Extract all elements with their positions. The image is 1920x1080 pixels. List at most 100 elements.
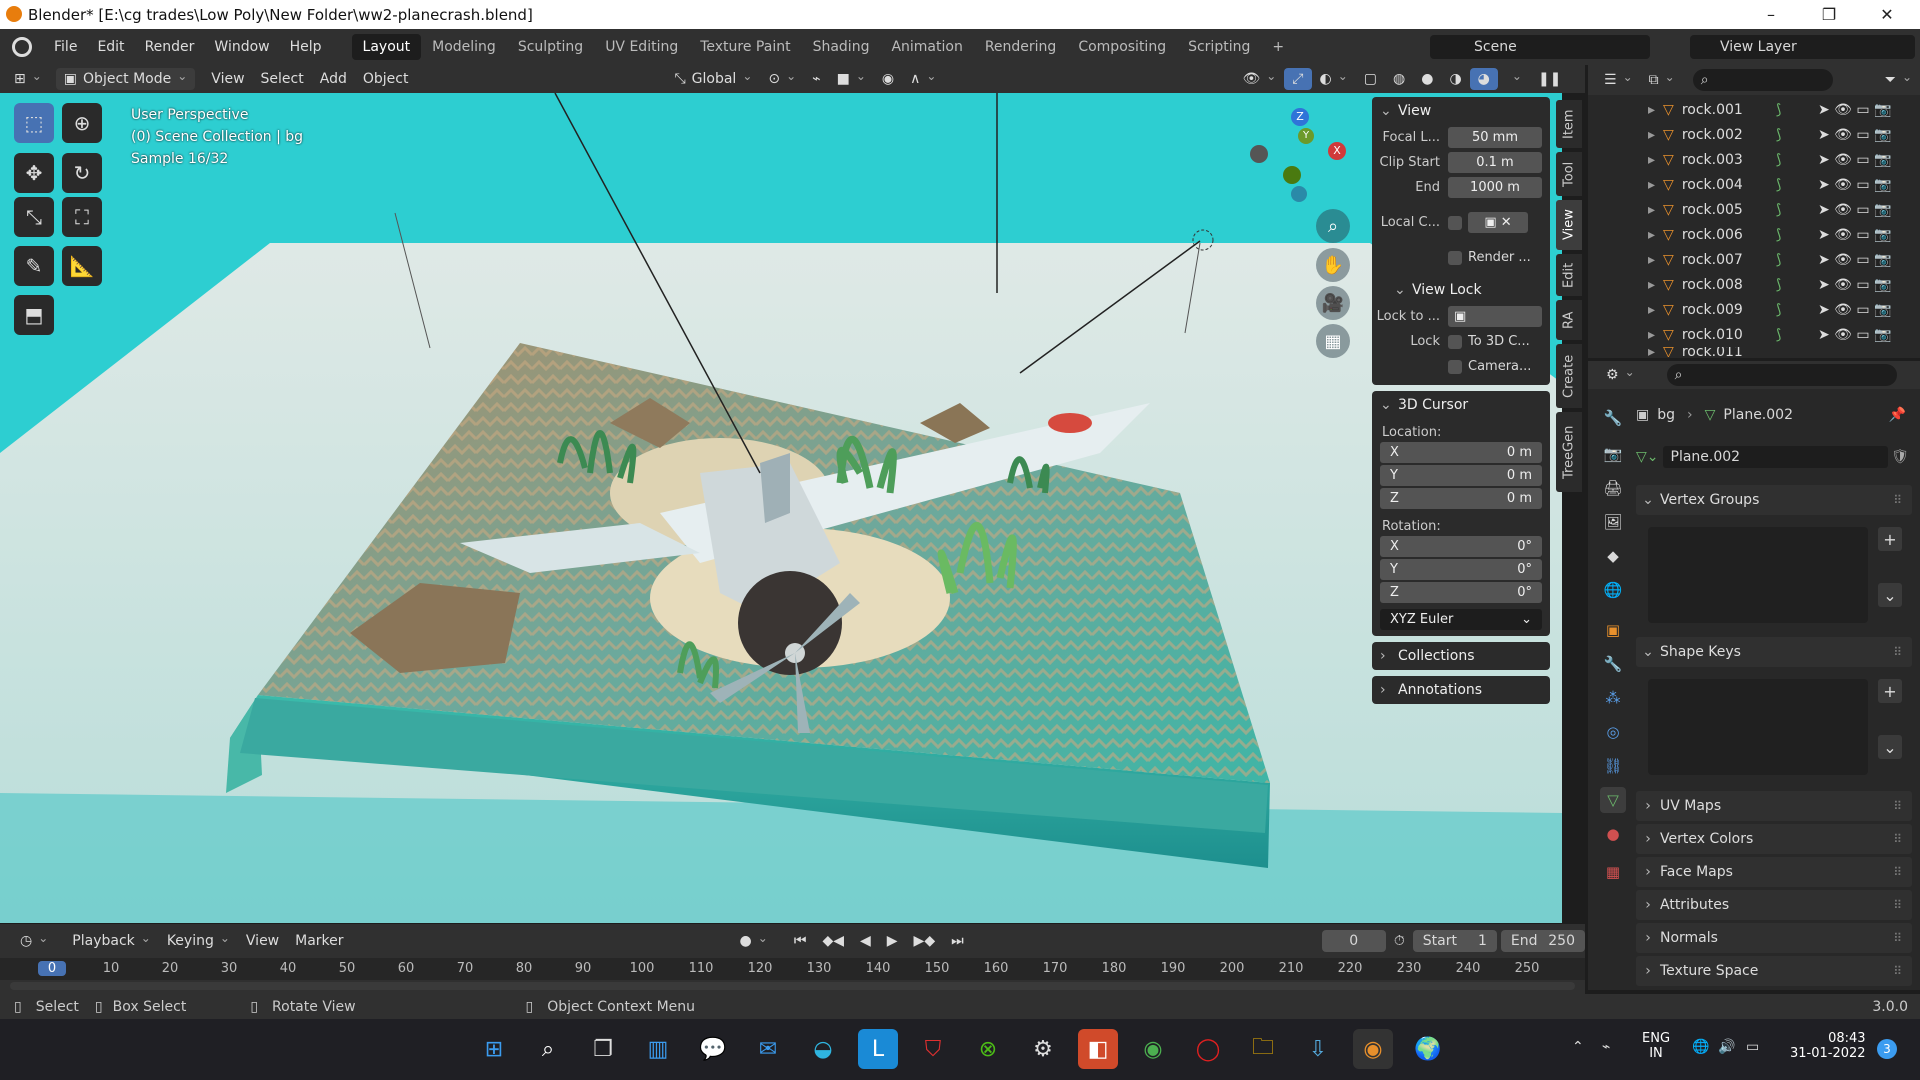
rotation-mode-dropdown[interactable]: XYZ Euler ⌄ xyxy=(1380,609,1542,630)
menu-view[interactable]: View xyxy=(203,68,252,90)
collections-panel[interactable]: › Collections xyxy=(1372,642,1550,670)
tab-modeling[interactable]: Modeling xyxy=(421,34,507,60)
visibility-icons[interactable]: ➤ 👁 ▭ 📷 xyxy=(1818,252,1892,268)
clip-start-field[interactable]: 0.1 m xyxy=(1448,152,1542,173)
navigation-gizmo[interactable]: Z Y X xyxy=(1240,108,1346,208)
shape-keys-panel[interactable]: ⌄ Shape Keys ⠿ xyxy=(1636,637,1912,667)
outliner-row[interactable]: ▸ ▽ rock.009 ⟆ ➤ 👁 ▭ 📷 xyxy=(1588,297,1920,322)
timeline-editor-type-icon[interactable]: ◷ xyxy=(12,930,56,952)
maximize-button[interactable]: ❐ xyxy=(1800,0,1858,29)
material-tab-icon[interactable]: ● xyxy=(1600,821,1626,847)
data-tab-icon[interactable]: ▽ xyxy=(1600,787,1626,813)
tab-texture-paint[interactable]: Texture Paint xyxy=(689,34,801,60)
wireframe-shading-icon[interactable]: ◍ xyxy=(1385,68,1413,90)
properties-search-input[interactable]: ⌕ xyxy=(1666,364,1897,386)
cursor-location-z[interactable]: Z 0 m xyxy=(1380,488,1542,509)
notification-badge[interactable]: 3 xyxy=(1877,1039,1897,1059)
view-panel-header[interactable]: ⌄ View xyxy=(1372,97,1550,125)
menu-add[interactable]: Add xyxy=(312,68,355,90)
constraints-tab-icon[interactable]: ⛓ xyxy=(1600,753,1626,779)
stopwatch-icon[interactable]: ⏱ xyxy=(1386,930,1413,952)
pin-icon[interactable]: 📌 xyxy=(1889,407,1906,423)
language-indicator[interactable]: ENG IN xyxy=(1642,1031,1670,1061)
mail-icon[interactable]: ✉ xyxy=(748,1029,788,1069)
mesh-data-name-field[interactable]: Plane.002 xyxy=(1662,446,1888,468)
snap-icon[interactable]: ⌁ xyxy=(804,68,828,90)
scene-tab-icon[interactable]: ◆ xyxy=(1600,543,1626,569)
world-tab-icon[interactable]: 🌐 xyxy=(1600,577,1626,603)
tab-view[interactable]: View xyxy=(1556,200,1582,250)
blender-menu-icon[interactable] xyxy=(12,37,32,57)
gizmo-z-axis[interactable]: Z xyxy=(1291,108,1309,126)
add-workspace-button[interactable]: + xyxy=(1261,34,1295,60)
proportional-edit-icon[interactable]: ◉ xyxy=(874,68,902,90)
visibility-icons[interactable]: ➤ 👁 ▭ 📷 xyxy=(1818,177,1892,193)
outliner-row[interactable]: ▸ ▽ rock.006 ⟆ ➤ 👁 ▭ 📷 xyxy=(1588,222,1920,247)
scene-selector[interactable]: Scene xyxy=(1430,35,1650,59)
shading-options-icon[interactable] xyxy=(1498,68,1530,90)
search-icon[interactable]: ⌕ xyxy=(528,1029,568,1069)
jump-end-icon[interactable]: ⏭ xyxy=(943,930,972,952)
menu-select[interactable]: Select xyxy=(253,68,312,90)
particles-tab-icon[interactable]: ⁂ xyxy=(1600,685,1626,711)
playback-menu[interactable]: Playback xyxy=(64,930,159,952)
outliner-row[interactable]: ▸ ▽ rock.011 xyxy=(1588,347,1920,357)
visibility-icons[interactable]: ➤ 👁 ▭ 📷 xyxy=(1818,302,1892,318)
visibility-icons[interactable]: ➤ 👁 ▭ 📷 xyxy=(1818,102,1892,118)
output-tab-icon[interactable]: 🖨 xyxy=(1600,475,1626,501)
timeline-view-menu[interactable]: View xyxy=(238,930,287,952)
vertex-groups-panel[interactable]: ⌄ Vertex Groups ⠿ xyxy=(1636,485,1912,515)
tab-sculpting[interactable]: Sculpting xyxy=(507,34,594,60)
globe-icon[interactable]: 🌐 xyxy=(1692,1039,1709,1055)
gizmo-neg-x[interactable] xyxy=(1250,145,1268,163)
view-layer-selector[interactable]: View Layer xyxy=(1690,35,1915,59)
add-vertex-group-button[interactable]: + xyxy=(1878,527,1902,551)
menu-help[interactable]: Help xyxy=(280,39,332,55)
file-explorer-icon[interactable]: 🗀 xyxy=(1243,1029,1283,1069)
outliner-row[interactable]: ▸ ▽ rock.008 ⟆ ➤ 👁 ▭ 📷 xyxy=(1588,272,1920,297)
attributes-panel[interactable]: › Attributes ⠿ xyxy=(1636,890,1912,920)
outliner-row[interactable]: ▸ ▽ rock.001 ⟆ ➤ 👁 ▭ 📷 xyxy=(1588,97,1920,122)
3d-cursor-header[interactable]: ⌄ 3D Cursor xyxy=(1372,391,1550,419)
mcafee-icon[interactable]: ⛉ xyxy=(913,1029,953,1069)
outliner-row[interactable]: ▸ ▽ rock.007 ⟆ ➤ 👁 ▭ 📷 xyxy=(1588,247,1920,272)
cursor-rotation-y[interactable]: Y 0° xyxy=(1380,559,1542,580)
add-shape-key-button[interactable]: + xyxy=(1878,679,1902,703)
snap-target-icon[interactable]: ■ xyxy=(829,68,874,90)
windows-start-icon[interactable]: ⊞ xyxy=(474,1029,514,1069)
lock-camera-checkbox[interactable] xyxy=(1448,359,1462,374)
physics-tab-icon[interactable]: ◎ xyxy=(1600,719,1626,745)
move-tool[interactable]: ✥ xyxy=(14,153,54,193)
editor-type-icon[interactable]: ⊞ xyxy=(6,68,50,90)
play-reverse-icon[interactable]: ◀ xyxy=(852,930,879,952)
normals-panel[interactable]: › Normals ⠿ xyxy=(1636,923,1912,953)
shape-keys-list[interactable] xyxy=(1648,679,1868,775)
gizmo-neg-y[interactable] xyxy=(1283,166,1301,184)
minimize-button[interactable]: – xyxy=(1742,0,1800,29)
office-icon[interactable]: ◧ xyxy=(1078,1029,1118,1069)
clip-end-field[interactable]: 1000 m xyxy=(1448,177,1542,198)
timeline-scrollbar[interactable] xyxy=(10,982,1575,990)
tab-treegen[interactable]: TreeGen xyxy=(1556,412,1582,492)
local-camera-checkbox[interactable] xyxy=(1448,215,1462,230)
tab-shading[interactable]: Shading xyxy=(802,34,881,60)
xbox-icon[interactable]: ⊗ xyxy=(968,1029,1008,1069)
menu-file[interactable]: File xyxy=(44,39,87,55)
cursor-location-x[interactable]: X 0 m xyxy=(1380,442,1542,463)
scale-tool[interactable]: ⤡ xyxy=(14,197,54,237)
menu-render[interactable]: Render xyxy=(135,39,205,55)
clock[interactable]: 08:43 31-01-2022 xyxy=(1790,1031,1866,1061)
outliner-search-input[interactable]: ⌕ xyxy=(1692,69,1833,91)
object-tab-icon[interactable]: ▣ xyxy=(1600,617,1626,643)
fake-user-shield-icon[interactable]: 🛡 xyxy=(1888,449,1912,465)
frame-ruler[interactable]: 0 10 20 30 40 50 60 70 80 90 100 110 120 130 140 150 160… xyxy=(0,958,1585,980)
network-icon[interactable]: ⌁ xyxy=(1602,1039,1610,1055)
lock-to-object-field[interactable]: ▣ xyxy=(1448,306,1542,327)
modifiers-tab-icon[interactable]: 🔧 xyxy=(1600,651,1626,677)
focal-length-field[interactable]: 50 mm xyxy=(1448,127,1542,148)
outliner-row[interactable]: ▸ ▽ rock.003 ⟆ ➤ 👁 ▭ 📷 xyxy=(1588,147,1920,172)
3d-viewport[interactable]: ⬚ ⊕ ✥ ↻ ⤡ ⛶ ✎ 📐 ⬒ User Perspective (0) S… xyxy=(0,93,1562,923)
tab-rendering[interactable]: Rendering xyxy=(974,34,1068,60)
outliner-row[interactable]: ▸ ▽ rock.004 ⟆ ➤ 👁 ▭ 📷 xyxy=(1588,172,1920,197)
mesh-data-selector[interactable]: ▽⌄ Plane.002 🛡 xyxy=(1636,445,1912,469)
